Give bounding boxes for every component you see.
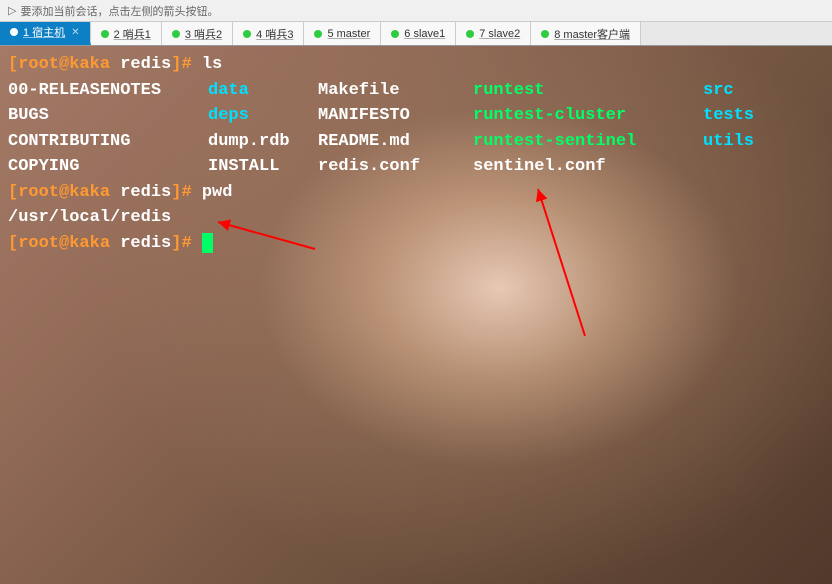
annotation-arrow-icon <box>210 214 320 254</box>
close-icon[interactable]: ✕ <box>71 27 79 38</box>
tab-label: 6 slave1 <box>404 28 445 40</box>
tab-label: 4 哨兵3 <box>256 26 293 42</box>
tab-label: 7 slave2 <box>479 28 520 40</box>
tab-label: 2 哨兵1 <box>114 26 151 42</box>
status-dot-icon <box>101 30 109 38</box>
tab-label: 8 master客户端 <box>554 26 630 42</box>
status-dot-icon <box>541 30 549 38</box>
tab-sentinel-1[interactable]: 2 哨兵1 <box>91 22 162 45</box>
terminal-output: [root@kaka redis]# ls 00-RELEASENOTESdat… <box>8 52 824 256</box>
terminal[interactable]: [root@kaka redis]# ls 00-RELEASENOTESdat… <box>0 46 832 584</box>
tab-label: 1 宿主机 <box>23 24 65 40</box>
status-dot-icon <box>243 30 251 38</box>
tab-host[interactable]: 1 宿主机 ✕ <box>0 22 91 45</box>
tab-sentinel-3[interactable]: 4 哨兵3 <box>233 22 304 45</box>
hint-text: 要添加当前会话，点击左侧的箭头按钮。 <box>20 3 218 19</box>
tab-sentinel-2[interactable]: 3 哨兵2 <box>162 22 233 45</box>
tab-slave-1[interactable]: 6 slave1 <box>381 22 456 45</box>
status-dot-icon <box>10 28 18 36</box>
status-dot-icon <box>314 30 322 38</box>
tab-master[interactable]: 5 master <box>304 22 381 45</box>
add-session-icon: ▷ <box>8 4 16 17</box>
tab-label: 5 master <box>327 28 370 40</box>
tab-slave-2[interactable]: 7 slave2 <box>456 22 531 45</box>
status-dot-icon <box>391 30 399 38</box>
tab-label: 3 哨兵2 <box>185 26 222 42</box>
status-dot-icon <box>172 30 180 38</box>
status-dot-icon <box>466 30 474 38</box>
tab-bar: 1 宿主机 ✕ 2 哨兵1 3 哨兵2 4 哨兵3 5 master 6 sla… <box>0 22 832 46</box>
tab-master-client[interactable]: 8 master客户端 <box>531 22 641 45</box>
annotation-arrow-icon <box>530 181 590 341</box>
hint-bar: ▷ 要添加当前会话，点击左侧的箭头按钮。 <box>0 0 832 22</box>
